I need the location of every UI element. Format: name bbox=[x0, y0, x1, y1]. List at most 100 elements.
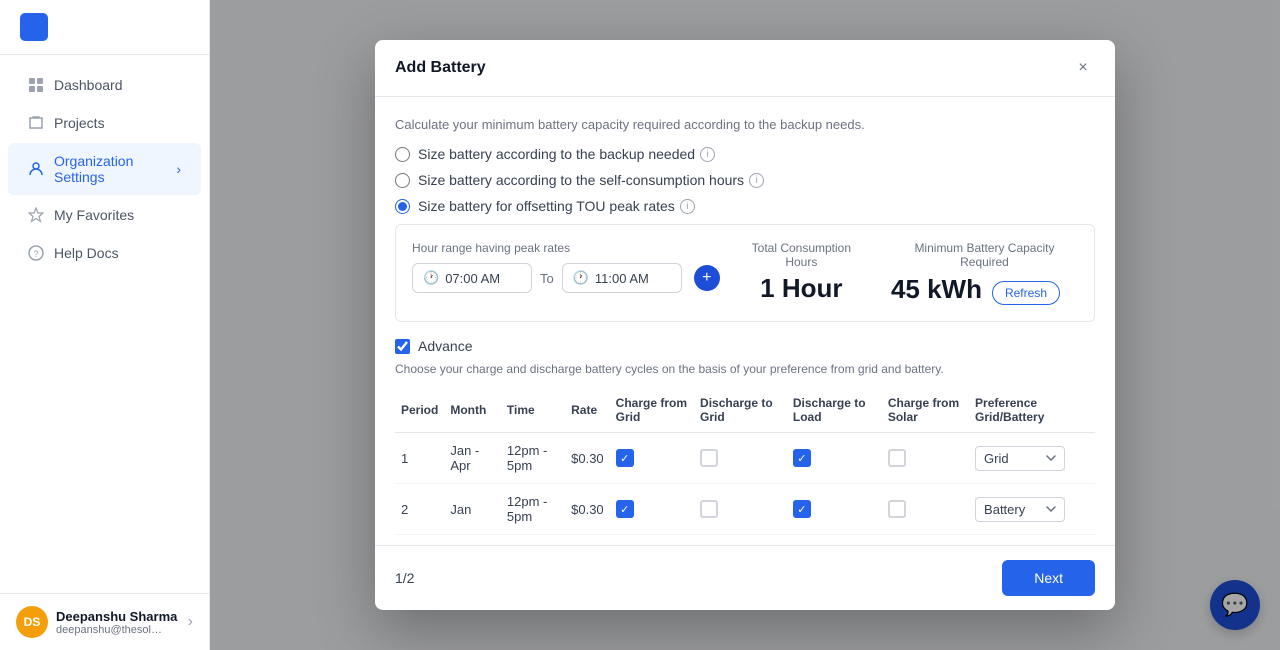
org-icon bbox=[28, 161, 44, 177]
advance-info-text: Choose your charge and discharge battery… bbox=[395, 362, 1095, 376]
main-content: Add Battery × Calculate your minimum bat… bbox=[210, 0, 1280, 650]
cell-time: 12pm - 5pm bbox=[501, 484, 565, 535]
sidebar-item-org-settings[interactable]: Organization Settings › bbox=[8, 143, 201, 195]
min-capacity-value: 45 kWh bbox=[891, 274, 982, 305]
cell-charge-grid[interactable] bbox=[610, 433, 694, 484]
radio-self-consumption[interactable]: Size battery according to the self-consu… bbox=[395, 172, 1095, 188]
add-time-range-button[interactable]: + bbox=[694, 265, 720, 291]
cell-time: 12pm - 5pm bbox=[501, 535, 565, 546]
cell-discharge-load[interactable] bbox=[787, 433, 882, 484]
preference-select[interactable]: GridBattery bbox=[975, 446, 1065, 471]
clock-from-icon: 🕐 bbox=[423, 270, 439, 286]
info-icon-tou[interactable]: i bbox=[680, 199, 695, 214]
cell-period: 1 bbox=[395, 433, 444, 484]
radio-tou[interactable]: Size battery for offsetting TOU peak rat… bbox=[395, 198, 1095, 214]
time-row: 🕐 07:00 AM To 🕐 11:00 AM + bbox=[412, 263, 720, 293]
sidebar-item-favorites[interactable]: My Favorites bbox=[8, 197, 201, 233]
radio-backup-label: Size battery according to the backup nee… bbox=[418, 146, 695, 162]
col-rate: Rate bbox=[565, 388, 610, 433]
cell-preference[interactable]: GridBattery bbox=[969, 484, 1095, 535]
help-icon: ? bbox=[28, 245, 44, 261]
sidebar-nav: Dashboard Projects Organization Settings… bbox=[0, 55, 209, 593]
tou-row: Hour range having peak rates 🕐 07:00 AM … bbox=[412, 241, 1078, 305]
modal-footer: 1/2 Next bbox=[375, 545, 1115, 610]
col-discharge-grid: Discharge to Grid bbox=[694, 388, 787, 433]
radio-self-consumption-label: Size battery according to the self-consu… bbox=[418, 172, 744, 188]
sidebar-item-projects[interactable]: Projects bbox=[8, 105, 201, 141]
to-time-input[interactable]: 🕐 11:00 AM bbox=[562, 263, 682, 293]
cell-discharge-load[interactable] bbox=[787, 484, 882, 535]
cell-rate: $0.30 bbox=[565, 433, 610, 484]
cell-discharge-load[interactable] bbox=[787, 535, 882, 546]
advance-label[interactable]: Advance bbox=[418, 338, 472, 354]
tou-section: Hour range having peak rates 🕐 07:00 AM … bbox=[395, 224, 1095, 322]
sidebar-item-dashboard[interactable]: Dashboard bbox=[8, 67, 201, 103]
user-info: Deepanshu Sharma deepanshu@thesolar... bbox=[56, 609, 177, 636]
radio-self-consumption-input[interactable] bbox=[395, 173, 410, 188]
col-period: Period bbox=[395, 388, 444, 433]
preference-select[interactable]: GridBattery bbox=[975, 497, 1065, 522]
star-icon bbox=[28, 207, 44, 223]
col-charge-solar: Charge from Solar bbox=[882, 388, 969, 433]
page-indicator: 1/2 bbox=[395, 570, 414, 586]
checkbox-unchecked[interactable] bbox=[888, 500, 906, 518]
radio-backup-input[interactable] bbox=[395, 147, 410, 162]
cell-month: Jan - Apr bbox=[444, 433, 501, 484]
refresh-button[interactable]: Refresh bbox=[992, 281, 1060, 305]
cell-discharge-grid[interactable] bbox=[694, 535, 787, 546]
col-charge-grid: Charge from Grid bbox=[610, 388, 694, 433]
cell-rate: $0.30 bbox=[565, 535, 610, 546]
sidebar: Dashboard Projects Organization Settings… bbox=[0, 0, 210, 650]
info-icon-backup[interactable]: i bbox=[700, 147, 715, 162]
from-time-value: 07:00 AM bbox=[445, 271, 500, 286]
radio-backup[interactable]: Size battery according to the backup nee… bbox=[395, 146, 1095, 162]
cell-charge-solar[interactable] bbox=[882, 484, 969, 535]
radio-tou-label: Size battery for offsetting TOU peak rat… bbox=[418, 198, 675, 214]
checkbox-checked[interactable] bbox=[616, 500, 634, 518]
table-row: 2 Jan 12pm - 5pm $0.30 GridBattery bbox=[395, 484, 1095, 535]
cell-discharge-grid[interactable] bbox=[694, 433, 787, 484]
checkbox-checked[interactable] bbox=[793, 500, 811, 518]
dashboard-icon bbox=[28, 77, 44, 93]
cell-charge-grid[interactable] bbox=[610, 535, 694, 546]
min-capacity-stat: Minimum Battery Capacity Required 45 kWh… bbox=[891, 241, 1078, 305]
modal-header: Add Battery × bbox=[375, 40, 1115, 97]
total-consumption-stat: Total Consumption Hours 1 Hour bbox=[736, 241, 867, 304]
cell-charge-solar[interactable] bbox=[882, 433, 969, 484]
cell-rate: $0.30 bbox=[565, 484, 610, 535]
cell-discharge-grid[interactable] bbox=[694, 484, 787, 535]
tou-left: Hour range having peak rates 🕐 07:00 AM … bbox=[412, 241, 720, 293]
table-row: 1 Jan - Apr 12pm - 5pm $0.30 GridBattery bbox=[395, 433, 1095, 484]
close-button[interactable]: × bbox=[1071, 56, 1095, 80]
checkbox-unchecked[interactable] bbox=[888, 449, 906, 467]
table-row: 3 Jan - Apr 12pm - 5pm $0.30 GridBattery bbox=[395, 535, 1095, 546]
from-time-input[interactable]: 🕐 07:00 AM bbox=[412, 263, 532, 293]
modal-body: Calculate your minimum battery capacity … bbox=[375, 97, 1115, 545]
avatar: DS bbox=[16, 606, 48, 638]
checkbox-checked[interactable] bbox=[793, 449, 811, 467]
cell-charge-grid[interactable] bbox=[610, 484, 694, 535]
col-preference: Preference Grid/Battery bbox=[969, 388, 1095, 433]
radio-tou-input[interactable] bbox=[395, 199, 410, 214]
cell-preference[interactable]: GridBattery bbox=[969, 535, 1095, 546]
next-button[interactable]: Next bbox=[1002, 560, 1095, 596]
advance-checkbox[interactable] bbox=[395, 339, 410, 354]
checkbox-unchecked[interactable] bbox=[700, 449, 718, 467]
modal-info-text: Calculate your minimum battery capacity … bbox=[395, 117, 1095, 132]
col-month: Month bbox=[444, 388, 501, 433]
cell-preference[interactable]: GridBattery bbox=[969, 433, 1095, 484]
info-icon-self[interactable]: i bbox=[749, 173, 764, 188]
col-time: Time bbox=[501, 388, 565, 433]
cell-charge-solar[interactable] bbox=[882, 535, 969, 546]
col-discharge-load: Discharge to Load bbox=[787, 388, 882, 433]
total-consumption-label: Total Consumption Hours bbox=[736, 241, 867, 269]
sidebar-item-dashboard-label: Dashboard bbox=[54, 77, 123, 93]
logo-box bbox=[20, 13, 48, 41]
user-name: Deepanshu Sharma bbox=[56, 609, 177, 624]
svg-text:?: ? bbox=[34, 249, 39, 259]
checkbox-checked[interactable] bbox=[616, 449, 634, 467]
sidebar-item-help[interactable]: ? Help Docs bbox=[8, 235, 201, 271]
cell-month: Jan - Apr bbox=[444, 535, 501, 546]
checkbox-unchecked[interactable] bbox=[700, 500, 718, 518]
user-profile[interactable]: DS Deepanshu Sharma deepanshu@thesolar..… bbox=[0, 593, 209, 650]
